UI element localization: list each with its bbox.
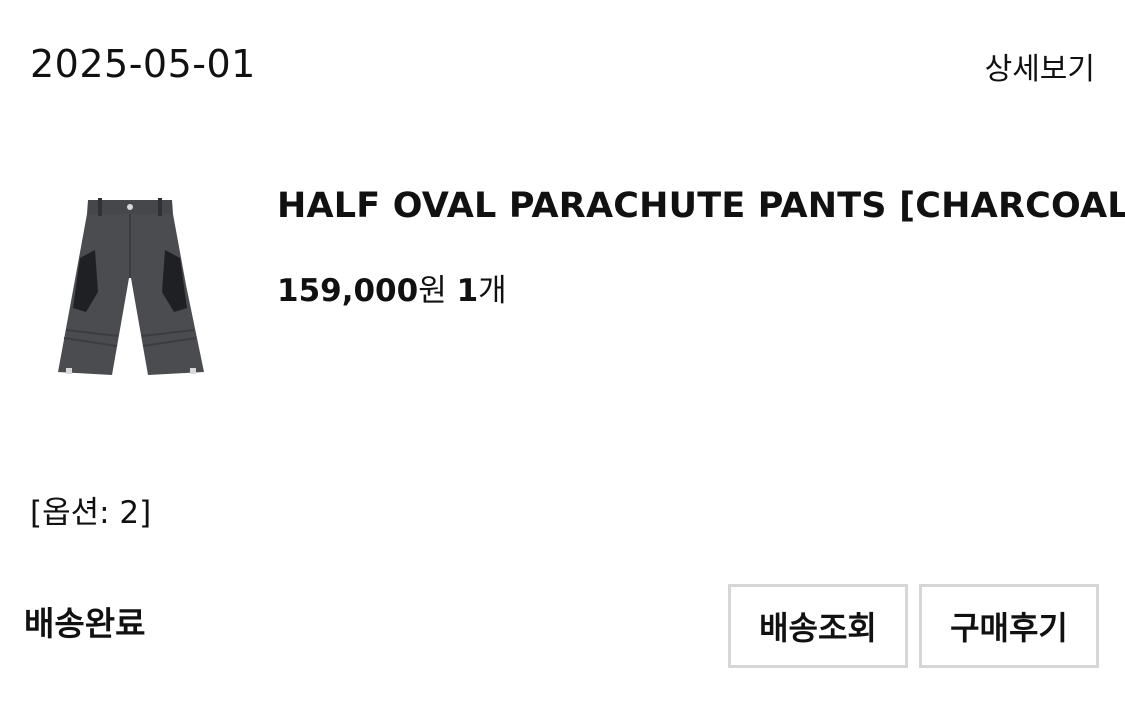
view-details-link[interactable]: 상세보기 [985, 44, 1095, 88]
delivery-status: 배송완료 [24, 604, 146, 643]
track-delivery-button[interactable]: 배송조회 [728, 584, 908, 668]
product-image[interactable] [40, 180, 220, 400]
pants-icon [58, 198, 204, 375]
quantity-number: 1 [456, 273, 479, 309]
order-date: 2025-05-01 [30, 42, 256, 86]
price-quantity: 159,000원 1개 [277, 265, 507, 310]
product-option: [옵션: 2] [30, 495, 152, 531]
product-name[interactable]: HALF OVAL PARACHUTE PANTS [CHARCOAL] [277, 186, 1125, 226]
price-unit: 원 [418, 273, 447, 309]
price-amount: 159,000 [277, 273, 419, 309]
quantity-unit: 개 [478, 273, 507, 309]
write-review-button[interactable]: 구매후기 [919, 584, 1099, 668]
